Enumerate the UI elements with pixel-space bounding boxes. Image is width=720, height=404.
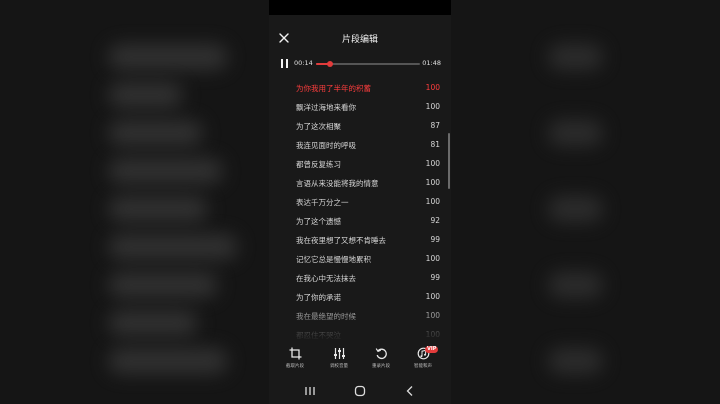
playback-bar: 00:14 01:48 [269, 57, 451, 71]
lyric-text: 我连见面时的呼吸 [296, 141, 356, 150]
lyric-score: 100 [425, 254, 440, 263]
crop-label: 截取片段 [286, 364, 304, 369]
lyric-text: 为了这次相聚 [296, 122, 341, 131]
pause-icon[interactable] [281, 59, 289, 68]
lyric-text: 记忆它总是慢慢地累积 [296, 255, 371, 264]
sliders-icon [333, 348, 345, 359]
lyric-row[interactable]: 都曾反复练习 100 [269, 156, 451, 175]
lyric-text: 在我心中无法抹去 [296, 274, 356, 283]
lyric-score: 99 [430, 235, 440, 244]
crop-button[interactable]: 截取片段 [275, 344, 315, 374]
lyric-row[interactable]: 为了这次相聚 87 [269, 118, 451, 137]
lyric-score: 100 [425, 197, 440, 206]
smart-label: 智能和声 [414, 364, 432, 369]
system-nav-bar [269, 380, 451, 404]
lyric-score: 87 [430, 121, 440, 130]
lyric-score: 100 [425, 311, 440, 320]
recent-apps-icon[interactable] [300, 384, 320, 398]
lyric-score: 100 [425, 292, 440, 301]
lyric-row[interactable]: 都忍住不哭泣 100 [269, 327, 451, 342]
refresh-icon [375, 348, 387, 360]
vip-badge: VIP [425, 346, 439, 353]
lyric-score: 100 [425, 178, 440, 187]
lyric-text: 都忍住不哭泣 [296, 331, 341, 340]
rerecord-label: 重录片段 [372, 364, 390, 369]
title-bar: 片段编辑 [269, 29, 451, 49]
lyric-score: 100 [425, 102, 440, 111]
total-time: 01:48 [422, 59, 441, 67]
current-time: 00:14 [294, 59, 313, 67]
lyric-text: 我在夜里想了又想不肯睡去 [296, 236, 386, 245]
lyric-row[interactable]: 言语从来没能将我的情意 100 [269, 175, 451, 194]
lyric-row[interactable]: 飘洋过海地来看你 100 [269, 99, 451, 118]
progress-knob[interactable] [326, 61, 333, 67]
lyric-text: 言语从来没能将我的情意 [296, 179, 379, 188]
rerecord-button[interactable]: 重录片段 [361, 344, 401, 374]
lyrics-list[interactable]: 为你我用了半年的积蓄 100 飘洋过海地来看你 100 为了这次相聚 87 我连见面时的呼吸… [269, 80, 451, 342]
lyric-row[interactable]: 为了你的承诺 100 [269, 289, 451, 308]
lyric-text: 为了这个遗憾 [296, 217, 341, 226]
lyric-row[interactable]: 为了这个遗憾 92 [269, 213, 451, 232]
lyric-text: 飘洋过海地来看你 [296, 103, 356, 112]
status-bar [269, 0, 451, 15]
lyric-row[interactable]: 我在夜里想了又想不肯睡去 99 [269, 232, 451, 251]
back-icon[interactable] [400, 384, 420, 398]
volume-adjust-button[interactable]: 调校音量 [319, 344, 359, 374]
lyric-row[interactable]: 为你我用了半年的积蓄 100 [269, 80, 451, 99]
lyric-row[interactable]: 在我心中无法抹去 99 [269, 270, 451, 289]
lyric-text: 为你我用了半年的积蓄 [296, 84, 371, 93]
lyric-row[interactable]: 记忆它总是慢慢地累积 100 [269, 251, 451, 270]
lyric-score: 81 [430, 140, 440, 149]
edit-toolbar: 截取片段 调校音量 重录片段 智能和声 VIP [269, 344, 451, 374]
lyric-text: 表达千万分之一 [296, 198, 349, 207]
lyric-score: 100 [425, 83, 440, 92]
page-title: 片段编辑 [341, 35, 378, 45]
lyric-score: 100 [425, 159, 440, 168]
lyric-text: 为了你的承诺 [296, 293, 341, 302]
phone-screen: 片段编辑 00:14 01:48 为你我用了半年的积蓄 100 飘洋过海地来看你 10… [269, 0, 451, 404]
lyric-row[interactable]: 我连见面时的呼吸 81 [269, 137, 451, 156]
lyric-text: 我在最绝望的时候 [296, 312, 356, 321]
lyric-score: 100 [425, 330, 440, 339]
lyric-row[interactable]: 表达千万分之一 100 [269, 194, 451, 213]
scrollbar[interactable] [448, 133, 450, 189]
mix-label: 调校音量 [330, 364, 348, 369]
home-icon[interactable] [350, 384, 370, 398]
lyric-score: 99 [430, 273, 440, 282]
lyric-text: 都曾反复练习 [296, 160, 341, 169]
lyric-score: 92 [430, 216, 440, 225]
lyric-row[interactable]: 我在最绝望的时候 100 [269, 308, 451, 327]
progress-slider[interactable] [316, 61, 420, 67]
crop-icon [289, 347, 301, 360]
